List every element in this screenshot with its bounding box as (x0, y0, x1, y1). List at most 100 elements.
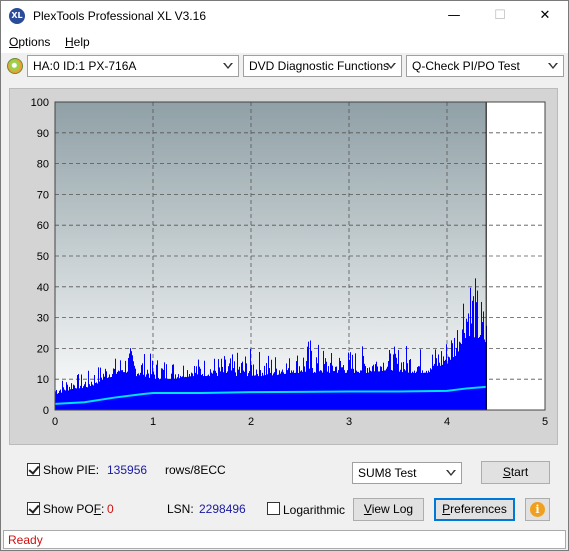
pie-bar (458, 351, 459, 410)
pie-bar (229, 363, 230, 410)
chart-panel: 0 10 20 30 40 50 60 70 80 90 100 0 1 2 3 4 5 (9, 88, 558, 445)
pie-bar (144, 354, 145, 410)
pie-bar (367, 367, 368, 410)
pie-bar (68, 390, 69, 410)
pie-bar (65, 390, 66, 410)
pie-bar (92, 384, 93, 410)
pie-bar (81, 374, 82, 410)
pie-bar (338, 370, 339, 410)
pie-bar (128, 357, 129, 410)
pie-bar (331, 353, 332, 410)
logarithmic-label: Logarithmic (283, 503, 346, 517)
pie-bar (460, 342, 461, 410)
pie-bar (370, 370, 371, 410)
pie-bar (362, 346, 363, 410)
pie-bar (480, 335, 481, 410)
pie-bar (74, 385, 75, 410)
pie-bar (260, 370, 261, 410)
pie-bar (104, 376, 105, 410)
pie-bar (243, 370, 244, 410)
pie-bar (343, 365, 344, 410)
pie-bar (241, 363, 242, 410)
pie-bar (107, 378, 108, 410)
pie-bar (170, 379, 171, 410)
preferences-button[interactable]: Preferences (434, 498, 515, 521)
status-bar: Ready (3, 530, 566, 549)
test-mode-select[interactable]: SUM8 Test (352, 462, 462, 484)
pie-bar (291, 370, 292, 410)
pie-bar (103, 373, 104, 410)
pie-bar (98, 367, 99, 410)
pie-bar (73, 384, 74, 410)
y-tick-label: 90 (37, 128, 49, 140)
pie-bar (72, 388, 73, 410)
pie-bar (439, 362, 440, 410)
pie-bar (152, 360, 153, 410)
pie-bar (99, 381, 100, 410)
y-axis-ticks: 0 10 20 30 40 50 60 70 80 90 100 (31, 97, 49, 417)
pie-bar (165, 378, 166, 410)
pie-bar (453, 357, 454, 410)
chevron-down-icon (446, 470, 456, 476)
show-pie-checkbox[interactable] (27, 463, 40, 476)
pie-bar (176, 378, 177, 410)
pie-bar (136, 376, 137, 410)
drive-select[interactable]: HA:0 ID:1 PX-716A (27, 55, 239, 77)
logarithmic-checkbox[interactable] (267, 502, 280, 515)
pie-bar (59, 390, 60, 410)
pie-bar (245, 356, 246, 410)
pie-bar (80, 385, 81, 410)
pie-bar (310, 340, 311, 410)
pie-bar (100, 367, 101, 410)
pie-bar (297, 355, 298, 410)
pie-bar (178, 374, 179, 410)
pie-bar (227, 371, 228, 410)
start-button[interactable]: Start (481, 461, 550, 484)
pie-bar (275, 357, 276, 410)
pie-bar (432, 354, 433, 410)
view-log-button[interactable]: View Log (353, 498, 424, 521)
pie-bar (89, 384, 90, 410)
pie-bar (155, 378, 156, 410)
pof-value: 0 (107, 502, 114, 516)
x-tick-label: 4 (444, 416, 450, 428)
info-button[interactable]: i (525, 498, 550, 521)
pie-bar (109, 374, 110, 410)
pie-bar (326, 361, 327, 410)
pie-bar (376, 361, 377, 410)
pie-bar (448, 356, 449, 410)
pie-bar (437, 365, 438, 410)
show-pof-checkbox[interactable] (27, 502, 40, 515)
pie-bar (169, 379, 170, 410)
function-select[interactable]: DVD Diagnostic Functions (243, 55, 402, 77)
pie-bar (116, 373, 117, 410)
pie-bar (214, 358, 215, 410)
pie-bar (309, 368, 310, 410)
pie-bar (110, 377, 111, 410)
pie-bar (75, 388, 76, 410)
pie-bar (187, 370, 188, 410)
pie-bar (396, 357, 397, 410)
pie-bar (249, 371, 250, 410)
pie-bar (228, 366, 229, 410)
pie-bar (308, 341, 309, 410)
maximize-button[interactable]: ☐ (477, 1, 523, 31)
menu-help[interactable]: Help (65, 35, 90, 49)
menu-options[interactable]: Options (9, 35, 50, 49)
pie-bar (405, 370, 406, 410)
pie-bar (373, 364, 374, 410)
test-select[interactable]: Q-Check PI/PO Test (406, 55, 564, 77)
pie-bar (129, 353, 130, 410)
pie-bar (473, 296, 474, 410)
minimize-button[interactable]: — (431, 1, 477, 31)
pie-bar (336, 366, 337, 410)
pie-bar (407, 363, 408, 410)
close-button[interactable]: ✕ (522, 1, 568, 31)
pie-bar (418, 366, 419, 410)
lsn-value: 2298496 (199, 502, 246, 516)
pie-bar (61, 392, 62, 410)
pie-bar (318, 344, 319, 410)
pie-bar (238, 369, 239, 410)
pie-bar (159, 379, 160, 410)
info-icon: i (530, 502, 545, 517)
